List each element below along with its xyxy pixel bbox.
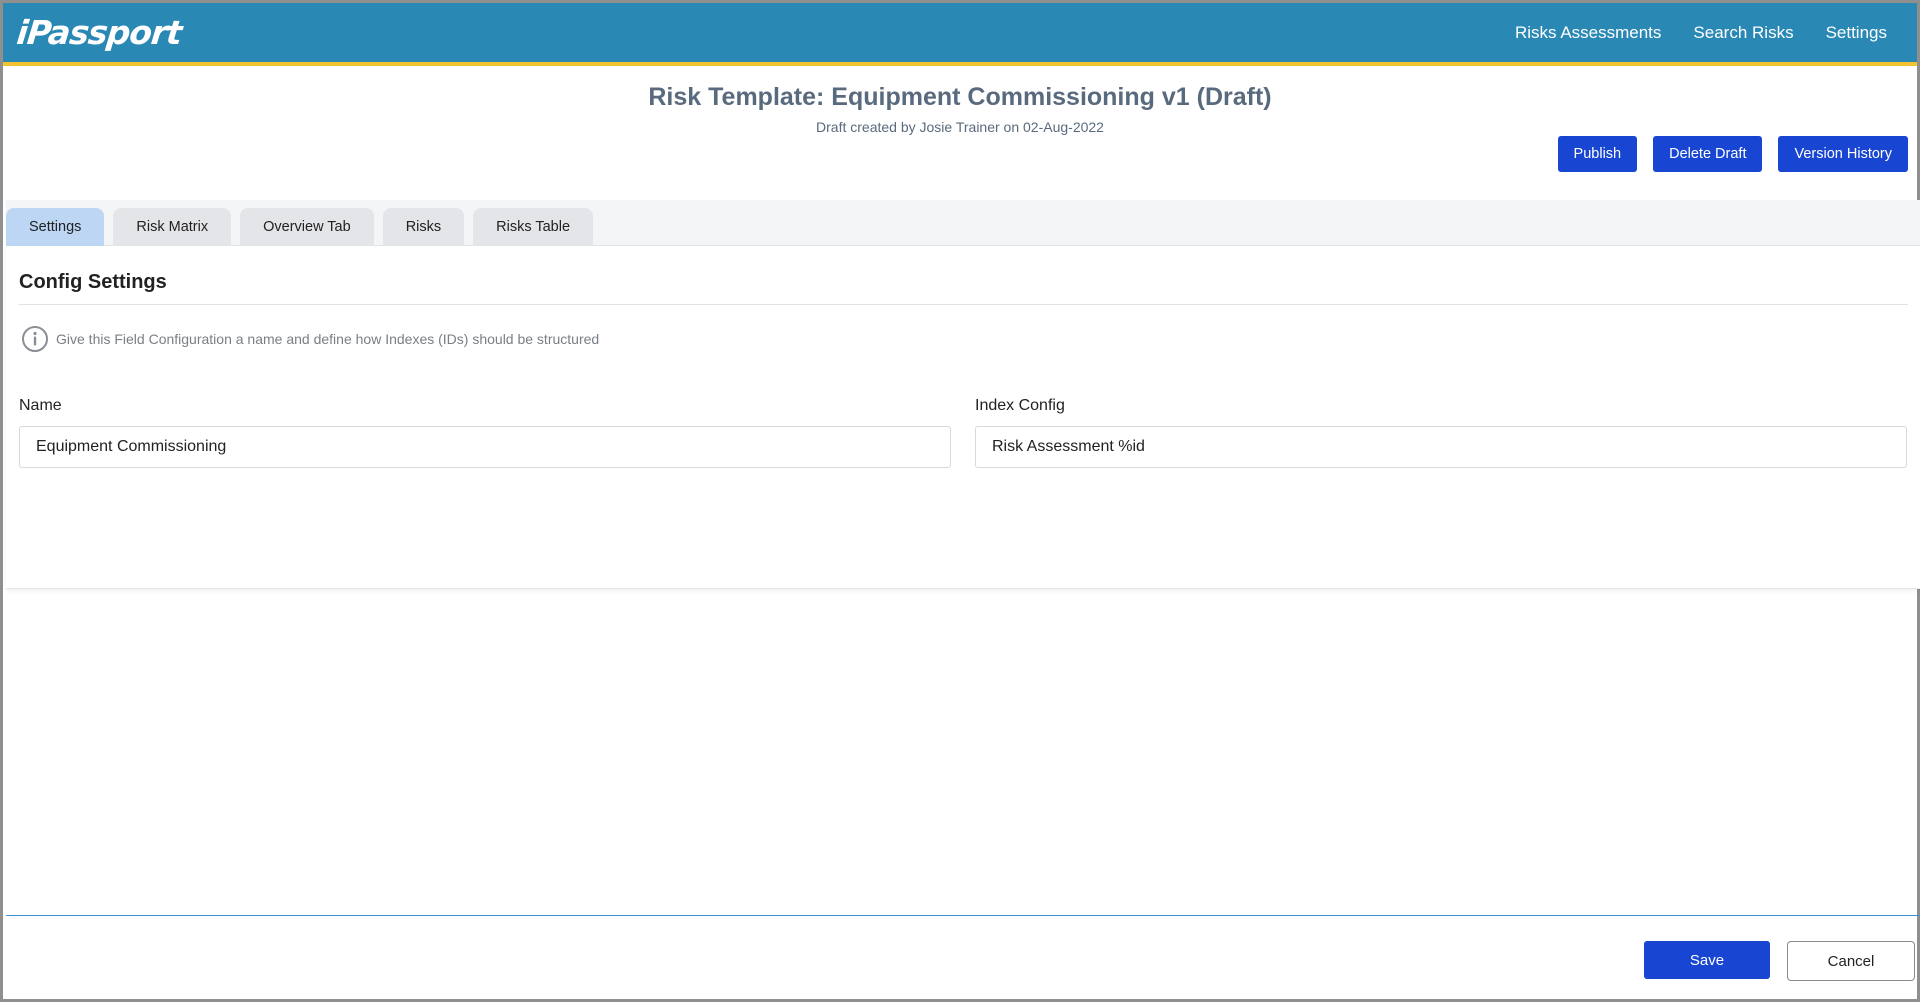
tab-overview[interactable]: Overview Tab bbox=[240, 208, 374, 246]
nav-risks-assessments[interactable]: Risks Assessments bbox=[1515, 23, 1661, 43]
cancel-button[interactable]: Cancel bbox=[1787, 941, 1915, 981]
publish-button[interactable]: Publish bbox=[1557, 136, 1638, 172]
info-text: Give this Field Configuration a name and… bbox=[56, 331, 600, 347]
app-window: iPassport Risks Assessments Search Risks… bbox=[0, 0, 1920, 1002]
nav-search-risks[interactable]: Search Risks bbox=[1693, 23, 1793, 43]
tab-list: Settings Risk Matrix Overview Tab Risks … bbox=[6, 208, 594, 246]
tab-risks[interactable]: Risks bbox=[382, 208, 465, 246]
tab-strip: Settings Risk Matrix Overview Tab Risks … bbox=[6, 200, 1920, 246]
page-title-template: Risk Template: Equipment Commissioning bbox=[648, 83, 1155, 111]
section-title: Config Settings bbox=[19, 271, 167, 293]
main-nav: Risks Assessments Search Risks Settings bbox=[1515, 3, 1887, 62]
index-config-label: Index Config bbox=[975, 397, 1065, 414]
version-history-button[interactable]: Version History bbox=[1778, 136, 1908, 172]
ipassport-logo[interactable]: iPassport bbox=[15, 13, 183, 52]
nav-settings[interactable]: Settings bbox=[1826, 23, 1887, 43]
delete-draft-button[interactable]: Delete Draft bbox=[1653, 136, 1763, 172]
page-subtitle: Draft created by Josie Trainer on 02-Aug… bbox=[816, 119, 1104, 135]
save-button[interactable]: Save bbox=[1644, 941, 1770, 979]
name-input[interactable] bbox=[19, 426, 951, 468]
name-label: Name bbox=[19, 397, 62, 414]
page-title: Risk Template: Equipment Commissioning v… bbox=[3, 83, 1917, 112]
section-divider bbox=[19, 304, 1908, 305]
tab-settings[interactable]: Settings bbox=[6, 208, 105, 246]
page-title-version: v1 (Draft) bbox=[1161, 83, 1272, 111]
tab-risk-matrix[interactable]: Risk Matrix bbox=[113, 208, 232, 246]
header-actions: Publish Delete Draft Version History bbox=[1557, 136, 1908, 172]
config-settings-panel: Config Settings Give this Field Configur… bbox=[6, 246, 1920, 589]
index-config-input[interactable] bbox=[975, 426, 1907, 468]
tab-risks-table[interactable]: Risks Table bbox=[473, 208, 594, 246]
footer-divider bbox=[6, 915, 1920, 916]
top-navbar: iPassport Risks Assessments Search Risks… bbox=[3, 3, 1917, 66]
info-circle-icon bbox=[22, 326, 48, 352]
info-message: Give this Field Configuration a name and… bbox=[21, 325, 599, 353]
